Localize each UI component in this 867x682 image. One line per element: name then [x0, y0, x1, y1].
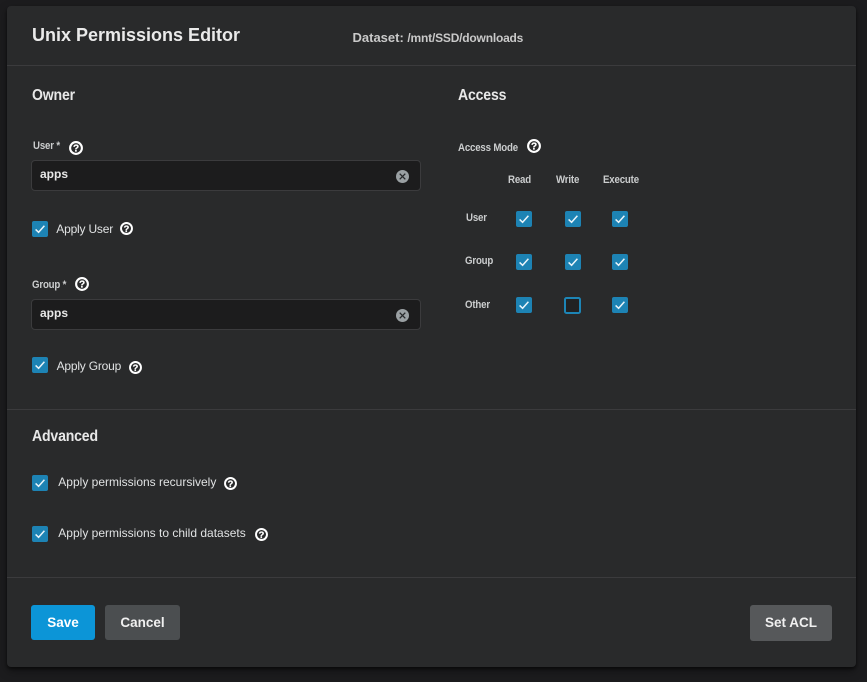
svg-text:?: ?	[531, 142, 537, 153]
svg-text:?: ?	[227, 479, 233, 489]
svg-text:?: ?	[258, 529, 264, 539]
svg-text:?: ?	[79, 280, 85, 291]
svg-text:?: ?	[124, 224, 130, 234]
svg-text:?: ?	[132, 362, 138, 372]
svg-text:?: ?	[73, 144, 79, 155]
